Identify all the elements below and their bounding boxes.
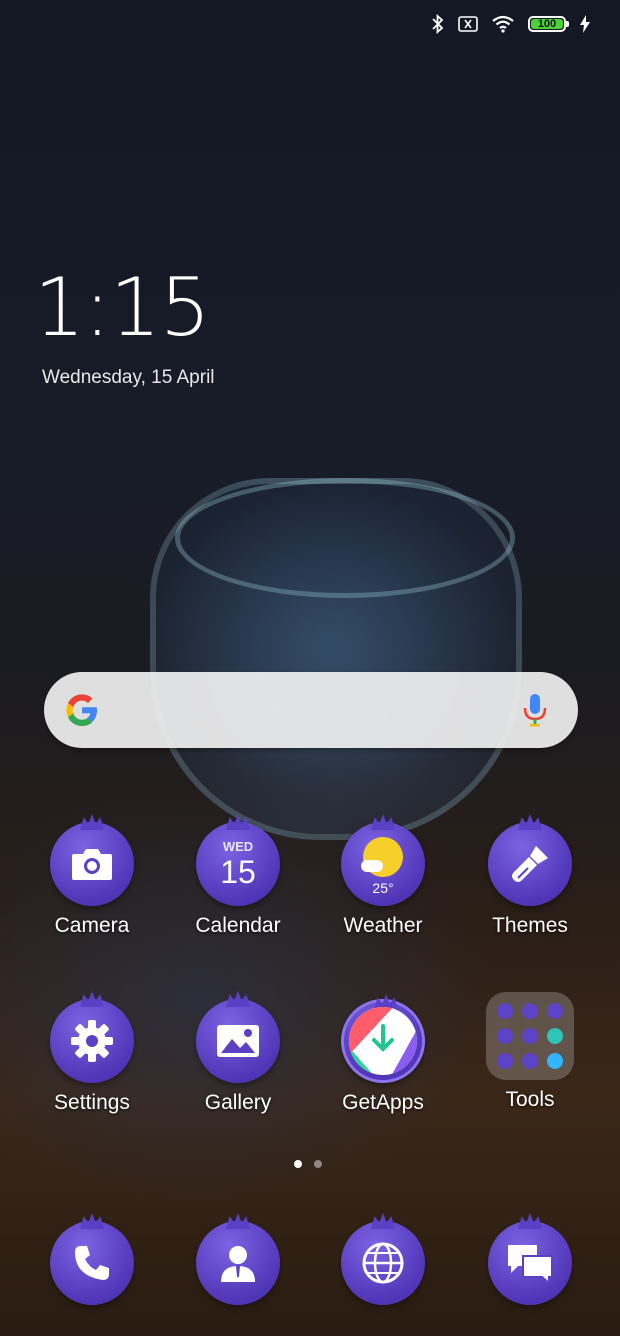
camera-icon bbox=[50, 822, 134, 906]
app-tools-folder[interactable]: Tools bbox=[460, 992, 600, 1112]
app-label: Gallery bbox=[204, 1091, 272, 1114]
clock-time[interactable]: 1:15 bbox=[34, 268, 211, 348]
app-weather[interactable]: 25° Weather bbox=[313, 822, 453, 938]
getapps-icon bbox=[341, 999, 425, 1083]
browser-icon bbox=[341, 1221, 425, 1305]
messages-icon bbox=[488, 1221, 572, 1305]
wifi-icon bbox=[492, 15, 514, 33]
app-camera[interactable]: Camera bbox=[22, 822, 162, 938]
no-sim-icon bbox=[458, 16, 478, 32]
wallpaper-jar-rim bbox=[175, 478, 515, 598]
google-search-bar[interactable] bbox=[44, 672, 578, 748]
calendar-date: 15 bbox=[220, 854, 256, 890]
page-indicator bbox=[294, 1160, 322, 1168]
app-calendar[interactable]: WED 15 Calendar bbox=[168, 822, 308, 938]
status-bar: 100 bbox=[432, 14, 590, 34]
cloud-icon bbox=[361, 860, 383, 872]
calendar-weekday: WED bbox=[222, 839, 254, 854]
app-gallery[interactable]: Gallery bbox=[168, 999, 308, 1115]
google-logo-icon bbox=[66, 694, 97, 726]
app-label: Settings bbox=[54, 1091, 130, 1114]
app-label: Weather bbox=[343, 914, 423, 937]
app-label: Themes bbox=[492, 914, 568, 937]
app-label: Tools bbox=[505, 1088, 555, 1111]
phone-icon bbox=[50, 1221, 134, 1305]
weather-icon: 25° bbox=[341, 822, 425, 906]
battery-level: 100 bbox=[537, 17, 557, 30]
charging-icon bbox=[580, 15, 590, 33]
app-label: Calendar bbox=[195, 914, 281, 937]
brush-icon bbox=[488, 822, 572, 906]
calendar-icon: WED 15 bbox=[196, 822, 280, 906]
app-label: Camera bbox=[54, 914, 130, 937]
dock-messages[interactable] bbox=[460, 1221, 600, 1305]
app-label: GetApps bbox=[342, 1091, 424, 1114]
battery-icon: 100 bbox=[528, 16, 569, 32]
clock-date[interactable]: Wednesday, 15 April bbox=[42, 367, 215, 389]
app-getapps[interactable]: GetApps bbox=[313, 999, 453, 1115]
dock-contacts[interactable] bbox=[168, 1221, 308, 1305]
app-themes[interactable]: Themes bbox=[460, 822, 600, 938]
bluetooth-icon bbox=[432, 14, 444, 34]
page-dot bbox=[314, 1160, 322, 1168]
gear-icon bbox=[50, 999, 134, 1083]
weather-temp: 25° bbox=[372, 880, 394, 896]
dock-phone[interactable] bbox=[22, 1221, 162, 1305]
gallery-icon bbox=[196, 999, 280, 1083]
app-settings[interactable]: Settings bbox=[22, 999, 162, 1115]
contacts-icon bbox=[196, 1221, 280, 1305]
mic-icon[interactable] bbox=[522, 692, 548, 728]
dock-browser[interactable] bbox=[313, 1221, 453, 1305]
page-dot-active bbox=[294, 1160, 302, 1168]
folder-icon bbox=[486, 992, 574, 1080]
